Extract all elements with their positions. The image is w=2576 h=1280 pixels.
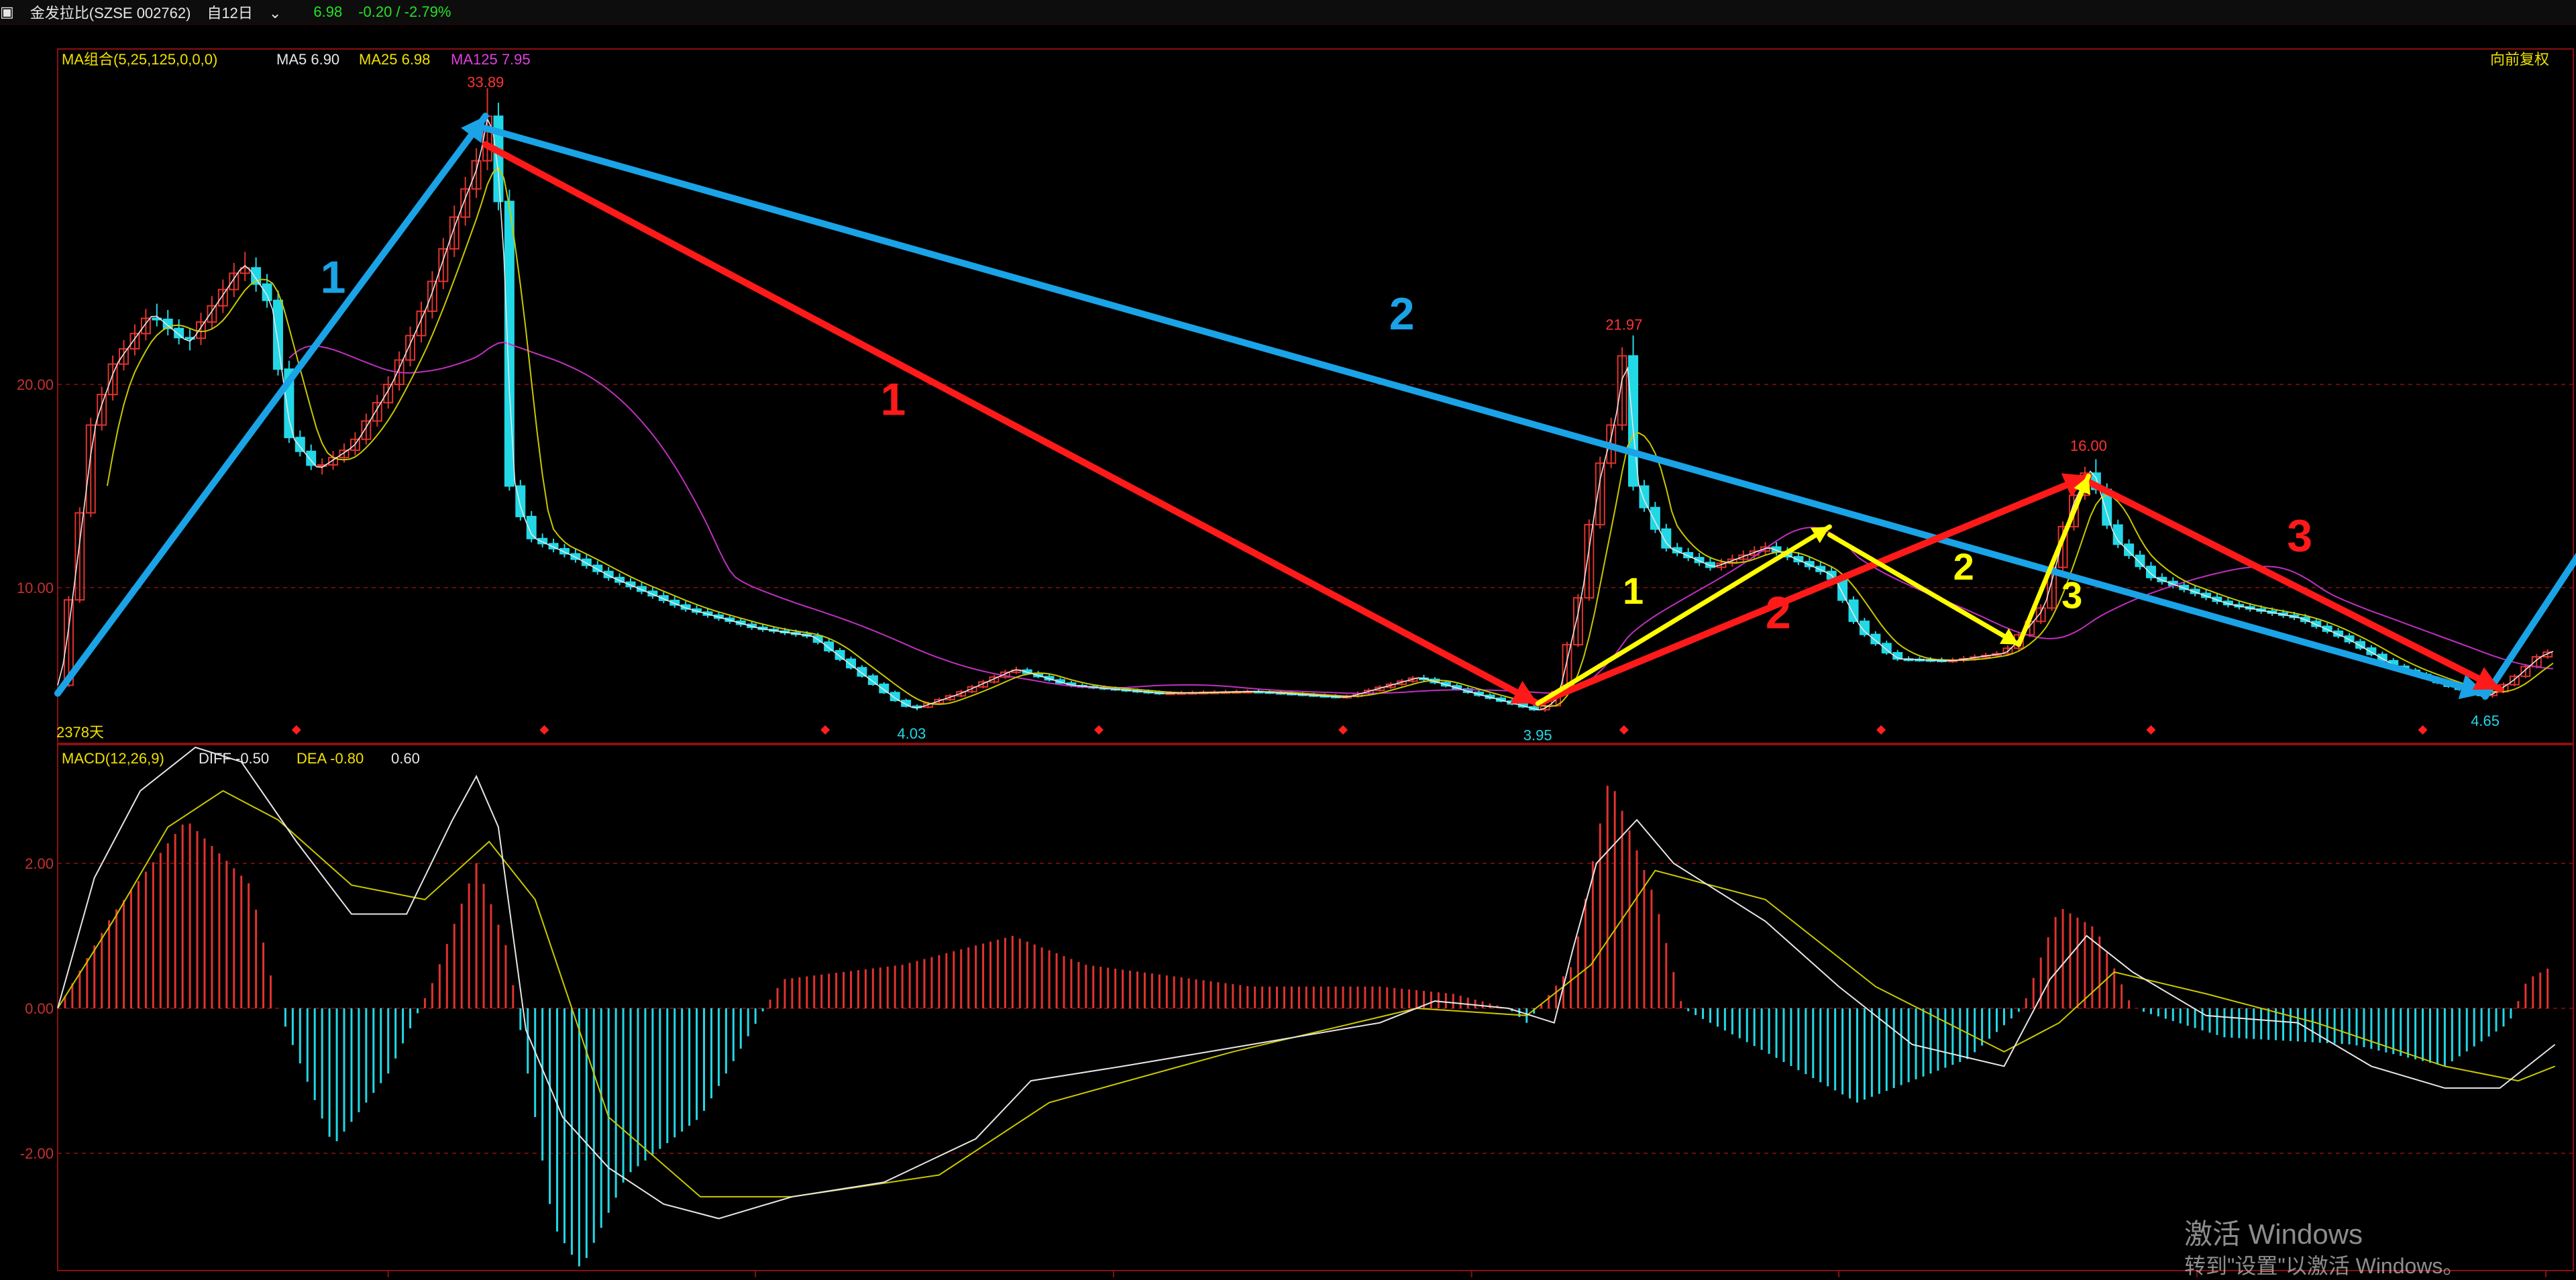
- days-count: 2378天: [56, 724, 104, 741]
- ma125-value: MA125 7.95: [451, 51, 531, 68]
- red-wave-label: 1: [881, 374, 906, 425]
- y-axis-ticks: 20.00 10.00 2.00 0.00 -2.00: [17, 376, 54, 1162]
- ma25-value: MA25 6.98: [359, 51, 430, 68]
- period-selector[interactable]: 自12日 ⌄: [207, 1, 297, 23]
- candle-body: [824, 641, 835, 651]
- signal-marker: [2146, 725, 2156, 735]
- title-bar: ▣ 金发拉比(SZSE 002762) 自12日 ⌄ 6.98 -0.20 / -…: [0, 0, 2576, 25]
- price-panel: 33.89 4.03 3.95 21.97 16.00 4.65: [57, 74, 2554, 743]
- extreme-price-label: 21.97: [1605, 316, 1642, 333]
- activation-watermark-title: 激活 Windows: [2184, 1218, 2363, 1250]
- stock-chart[interactable]: 20.0010.002.000.00-2.00 2016/12/012018/0…: [0, 24, 2576, 1277]
- price-change: -0.20 / -2.79%: [358, 3, 451, 20]
- candle-body: [174, 327, 184, 339]
- dea-value: DEA -0.80: [297, 750, 364, 767]
- diff-line: [57, 746, 2556, 1220]
- wave-labels: 123123123: [321, 252, 2312, 639]
- macd-tick-label: 0.00: [25, 1000, 54, 1017]
- price-panel-frame: [57, 48, 2574, 744]
- signal-marker: [1094, 725, 1104, 735]
- signal-marker: [1338, 725, 1348, 735]
- extreme-price-label: 33.89: [467, 74, 504, 91]
- candle-body: [272, 299, 283, 370]
- chevron-down-icon[interactable]: ⌄: [269, 5, 281, 21]
- ma5-value: MA5 6.90: [276, 51, 339, 68]
- macd-panel: [57, 746, 2556, 1267]
- window-menu-icon[interactable]: ▣: [0, 3, 14, 21]
- blue-wave-label: 2: [1389, 288, 1415, 339]
- candle-body: [1650, 506, 1660, 530]
- ma-combo-label[interactable]: MA组合(5,25,125,0,0,0): [62, 51, 217, 68]
- diff-value: DIFF -0.50: [199, 750, 269, 767]
- price-tick-label: 10.00: [17, 580, 54, 596]
- candle-body: [1639, 485, 1650, 509]
- adjust-mode-label[interactable]: 向前复权: [2490, 51, 2549, 68]
- candle-body: [867, 675, 878, 686]
- yellow-wave-label: 3: [2061, 574, 2082, 616]
- macd-label[interactable]: MACD(12,26,9): [62, 750, 164, 767]
- extreme-price-label: 4.65: [2471, 712, 2500, 729]
- candle-body: [1628, 355, 1639, 487]
- candle-body: [515, 485, 526, 517]
- candle-body: [294, 437, 305, 452]
- extreme-price-label: 16.00: [2070, 437, 2107, 454]
- candle-body: [2124, 543, 2135, 556]
- yellow-wave-label: 1: [1623, 570, 1644, 612]
- red-trend-arrow: [1534, 472, 2092, 707]
- signal-marker: [1876, 725, 1886, 735]
- trend-arrows: [54, 112, 2576, 707]
- last-price: 6.98: [313, 3, 343, 20]
- candle-body: [1848, 599, 1859, 623]
- extreme-price-label: 4.03: [897, 725, 926, 742]
- stock-name[interactable]: 金发拉比(SZSE 002762): [30, 1, 191, 23]
- gridlines: [58, 384, 2573, 1154]
- signal-marker: [539, 725, 549, 735]
- macd-panel-frame: [57, 744, 2574, 1271]
- extreme-price-label: 3.95: [1523, 727, 1552, 743]
- price-tick-label: 20.00: [17, 376, 54, 393]
- candle-body: [879, 684, 890, 694]
- candle-body: [306, 450, 317, 466]
- period-label: 自12日: [207, 5, 253, 21]
- macd-tick-label: 2.00: [25, 855, 54, 872]
- candle-body: [1881, 643, 1892, 653]
- candle-body: [1870, 633, 1881, 645]
- macd-value: 0.60: [391, 750, 420, 767]
- panel-frames: [57, 48, 2574, 1271]
- candle-body: [262, 283, 272, 301]
- blue-trend-arrow: [54, 112, 489, 697]
- ma5-line: [57, 117, 2554, 710]
- red-wave-label: 3: [2287, 510, 2312, 561]
- red-wave-label: 2: [1766, 588, 1791, 639]
- signal-marker: [820, 725, 830, 735]
- macd-tick-label: -2.00: [20, 1145, 54, 1162]
- signal-marker: [1619, 725, 1629, 735]
- candle-body: [857, 667, 867, 677]
- ma25-line: [106, 166, 2554, 707]
- blue-wave-label: 1: [321, 252, 346, 303]
- yellow-wave-label: 2: [1953, 545, 1974, 588]
- candle-body: [835, 649, 845, 660]
- activation-watermark-hint: 转到"设置"以激活 Windows。: [2184, 1254, 2465, 1278]
- signal-marker: [291, 725, 301, 735]
- candle-body: [2135, 554, 2145, 568]
- candle-body: [1661, 528, 1672, 549]
- signal-marker: [2418, 725, 2428, 735]
- blue-trend-arrow: [482, 125, 2489, 697]
- blue-trend-arrow: [2481, 552, 2576, 700]
- candle-body: [845, 658, 856, 669]
